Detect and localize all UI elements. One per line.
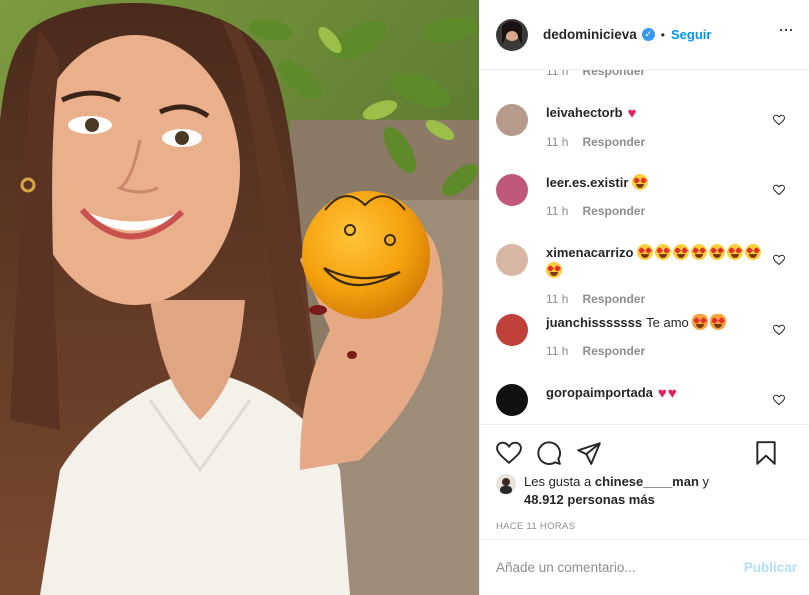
reply-button[interactable]: Responder: [582, 344, 645, 358]
post-side-panel: dedominicieva ✓ • Seguir ··· 11 h Respond…: [479, 0, 809, 595]
follow-button[interactable]: Seguir: [671, 27, 711, 42]
red-heart-emoji-icon: ♥: [667, 385, 677, 402]
heart-eyes-emoji-icon: [709, 244, 726, 260]
comment-item: ximenacarrizo 11 h Responder: [480, 244, 809, 314]
comment-item: leivahectorb ♥ 11 h Responder: [480, 104, 809, 174]
comment-message: Te amo: [646, 315, 689, 330]
author-avatar[interactable]: [496, 18, 528, 51]
photo-illustration: [0, 0, 479, 595]
add-comment-input[interactable]: [496, 560, 744, 575]
commenter-avatar[interactable]: [496, 314, 528, 346]
commenter-avatar[interactable]: [496, 384, 528, 416]
comment-body: ximenacarrizo 11 h Responder: [546, 244, 793, 314]
instagram-post: dedominicieva ✓ • Seguir ··· 11 h Respond…: [0, 0, 809, 595]
post-header: dedominicieva ✓ • Seguir ···: [480, 0, 809, 70]
likes-count[interactable]: 48.912 personas más: [524, 492, 655, 507]
comment-meta: 11 h Responder: [546, 70, 765, 78]
author-username[interactable]: dedominicieva: [543, 27, 637, 42]
reply-button[interactable]: Responder: [582, 70, 645, 78]
bookmark-icon[interactable]: [753, 440, 779, 466]
commenter-avatar[interactable]: [496, 244, 528, 276]
comment-time[interactable]: 11 h: [546, 204, 568, 218]
red-heart-emoji-icon: ♥: [627, 105, 637, 122]
comment-time[interactable]: 11 h: [546, 135, 568, 149]
comment-body: juanchisssssss Te amo 11 h Responder: [546, 314, 793, 384]
liker-username[interactable]: chinese____man: [595, 474, 699, 489]
verified-badge-icon: ✓: [641, 28, 655, 41]
comment-text: goropaimportada ♥♥: [546, 384, 765, 403]
likes-connector: y: [702, 474, 710, 489]
comment-meta: 11 h Responder: [546, 344, 765, 358]
heart-eyes-emoji-icon: [637, 244, 654, 260]
comment-item: juanchisssssss Te amo 11 h Responder: [480, 314, 809, 384]
comment-item: leer.es.existir 11 h Responder: [480, 174, 809, 244]
like-comment-heart-icon[interactable]: [773, 184, 785, 196]
add-comment-bar: Publicar: [480, 539, 809, 595]
publish-button[interactable]: Publicar: [744, 560, 797, 575]
comment-item: goropaimportada ♥♥: [480, 384, 809, 424]
heart-eyes-emoji-icon: [655, 244, 672, 260]
liker-avatar[interactable]: [496, 474, 516, 494]
commenter-username[interactable]: juanchisssssss: [546, 315, 642, 330]
commenter-username[interactable]: ximenacarrizo: [546, 245, 633, 260]
heart-icon[interactable]: [496, 440, 522, 466]
like-comment-heart-icon[interactable]: [773, 394, 785, 406]
comment-text: ximenacarrizo: [546, 244, 765, 280]
comment-time[interactable]: 11 h: [546, 70, 568, 78]
heart-eyes-emoji-icon: [673, 244, 690, 260]
heart-eyes-emoji-icon: [727, 244, 744, 260]
header-separator: •: [660, 27, 665, 42]
comment-meta: 11 h Responder: [546, 292, 765, 306]
comment-body: 11 h Responder: [546, 70, 793, 104]
likes-summary: Les gusta a chinese____man y 48.912 pers…: [496, 473, 793, 509]
heart-eyes-emoji-icon: [632, 174, 649, 190]
comment-text: leivahectorb ♥: [546, 104, 765, 123]
heart-eyes-emoji-icon: [546, 262, 562, 278]
action-bar: Les gusta a chinese____man y 48.912 pers…: [480, 424, 809, 539]
comment-item: 11 h Responder: [480, 70, 809, 104]
like-comment-heart-icon[interactable]: [773, 114, 785, 126]
red-heart-emoji-icon: ♥: [657, 385, 667, 402]
reply-button[interactable]: Responder: [582, 135, 645, 149]
commenter-username[interactable]: leer.es.existir: [546, 175, 628, 190]
comment-body: goropaimportada ♥♥: [546, 384, 793, 424]
like-comment-heart-icon[interactable]: [773, 254, 785, 266]
commenter-avatar[interactable]: [496, 174, 528, 206]
share-icon[interactable]: [576, 440, 602, 466]
more-options-icon[interactable]: ···: [778, 20, 794, 38]
commenter-username[interactable]: goropaimportada: [546, 385, 653, 400]
comments-list[interactable]: 11 h Responder leivahectorb ♥ 11 h Responder l…: [480, 70, 809, 424]
like-comment-heart-icon[interactable]: [773, 324, 785, 336]
commenter-avatar[interactable]: [496, 104, 528, 136]
comment-icon[interactable]: [536, 440, 562, 466]
likes-prefix: Les gusta a: [524, 474, 592, 489]
post-photo[interactable]: [0, 0, 479, 595]
heart-eyes-emoji-icon: [691, 244, 708, 260]
comment-meta: 11 h Responder: [546, 204, 765, 218]
post-timestamp[interactable]: HACE 11 HORAS: [496, 521, 793, 532]
comment-time[interactable]: 11 h: [546, 292, 568, 306]
heart-eyes-cat-emoji-icon: [692, 314, 709, 330]
heart-eyes-emoji-icon: [745, 244, 762, 260]
comment-body: leer.es.existir 11 h Responder: [546, 174, 793, 244]
heart-eyes-cat-emoji-icon: [710, 314, 727, 330]
comment-text: leer.es.existir: [546, 174, 765, 192]
commenter-username[interactable]: leivahectorb: [546, 105, 623, 120]
comment-body: leivahectorb ♥ 11 h Responder: [546, 104, 793, 174]
reply-button[interactable]: Responder: [582, 292, 645, 306]
comment-time[interactable]: 11 h: [546, 344, 568, 358]
reply-button[interactable]: Responder: [582, 204, 645, 218]
comment-text: juanchisssssss Te amo: [546, 314, 765, 332]
comment-meta: 11 h Responder: [546, 135, 765, 149]
